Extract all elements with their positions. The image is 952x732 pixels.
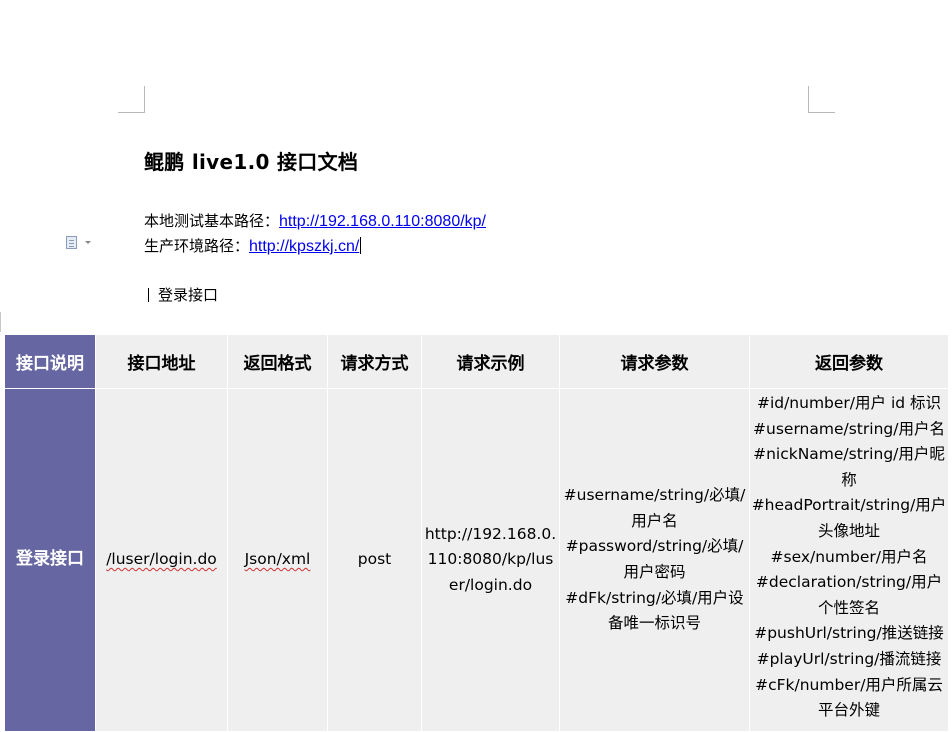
document-page-icon[interactable]	[66, 236, 77, 249]
table-header-row: 接口说明 接口地址 返回格式 请求方式 请求示例 请求参数 返回参数	[4, 334, 949, 389]
header-cell: 接口说明	[4, 334, 96, 389]
format-text: Json/xml	[244, 550, 311, 569]
method-cell: post	[327, 388, 422, 732]
header-cell: 请求方式	[327, 334, 422, 389]
request-param: #dFk/string/必填/用户设备唯一标识号	[565, 588, 744, 633]
production-path-line: 生产环境路径：http://kpszkj.cn/	[144, 235, 362, 256]
header-cell: 返回参数	[749, 334, 949, 389]
response-param: #pushUrl/string/推送链接	[754, 624, 944, 643]
response-param: #headPortrait/string/用户头像地址	[751, 496, 947, 540]
example-cell: http://192.168.0.110:8080/kp/luser/login…	[421, 388, 560, 732]
header-cell: 接口地址	[95, 334, 228, 389]
table-insert-cursor	[0, 312, 1, 332]
response-param: #nickName/string/用户昵称	[753, 445, 945, 489]
header-cell: 请求示例	[421, 334, 560, 389]
header-cell: 请求参数	[559, 334, 750, 389]
format-cell: Json/xml	[227, 388, 328, 732]
local-path-line: 本地测试基本路径：http://192.168.0.110:8080/kp/	[144, 210, 486, 231]
local-path-link[interactable]: http://192.168.0.110:8080/kp/	[279, 213, 486, 230]
request-params-cell: #username/string/必填/用户名 #password/string…	[559, 388, 750, 732]
description-cell: 登录接口	[4, 388, 96, 732]
local-path-label: 本地测试基本路径：	[144, 212, 280, 230]
chevron-down-icon[interactable]	[85, 241, 91, 244]
response-param: #playUrl/string/播流链接	[756, 649, 942, 668]
address-cell: /luser/login.do	[95, 388, 228, 732]
section-heading: 登录接口	[148, 284, 218, 305]
address-text: /luser/login.do	[106, 550, 217, 569]
response-param: #cFk/number/用户所属云平台外键	[755, 675, 943, 720]
document-title: 鲲鹏 live1.0 接口文档	[144, 150, 359, 174]
response-param: #id/number/用户 id 标识	[756, 394, 942, 412]
response-params-cell: #id/number/用户 id 标识 #username/string/用户名…	[749, 388, 949, 732]
response-param: #username/string/用户名	[753, 419, 945, 438]
response-param: #sex/number/用户名	[770, 547, 928, 566]
api-table: 接口说明 接口地址 返回格式 请求方式 请求示例 请求参数 返回参数 登录接口 …	[4, 334, 949, 732]
header-cell: 返回格式	[227, 334, 328, 389]
production-path-label: 生产环境路径：	[144, 237, 250, 255]
text-cursor	[360, 237, 362, 254]
page-margin-corner-right	[808, 86, 835, 113]
request-param: #password/string/必填/用户密码	[565, 537, 744, 581]
request-param: #username/string/必填/用户名	[563, 486, 746, 530]
response-param: #declaration/string/用户个性签名	[755, 573, 943, 617]
page-margin-corner-left	[118, 86, 145, 113]
production-path-link[interactable]: http://kpszkj.cn/	[249, 238, 359, 255]
heading-marker	[148, 288, 149, 302]
table-row: 登录接口 /luser/login.do Json/xml post http:…	[4, 388, 949, 732]
section-heading-text: 登录接口	[158, 286, 219, 304]
